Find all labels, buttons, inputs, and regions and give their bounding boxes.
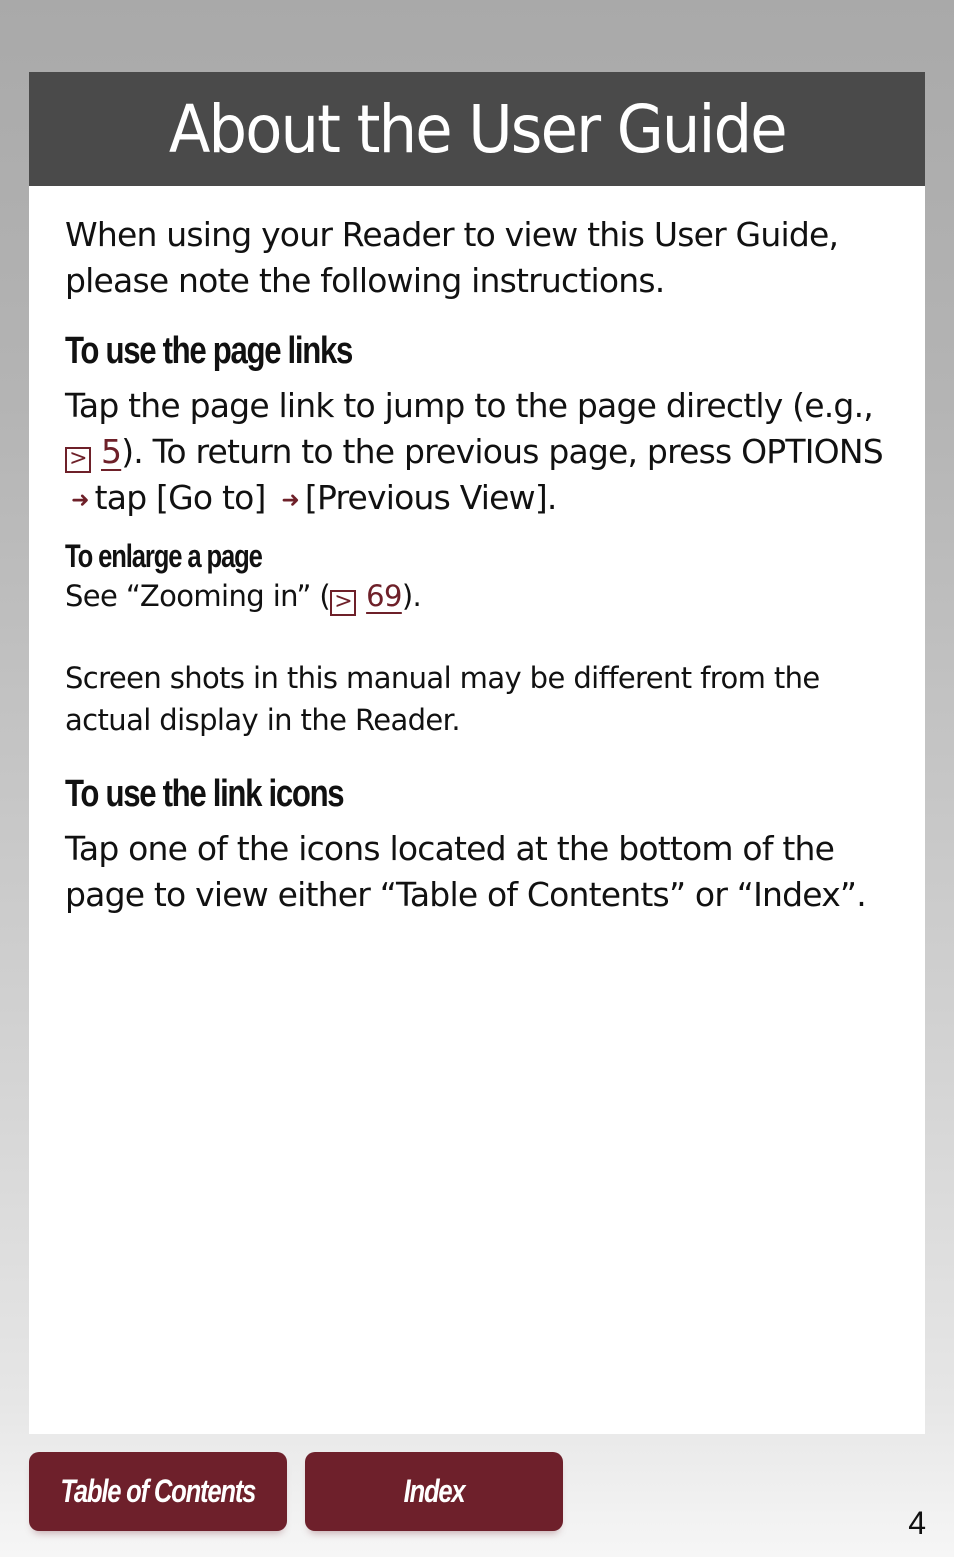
table-of-contents-label: Table of Contents xyxy=(60,1473,257,1509)
table-of-contents-button[interactable]: Table of Contents xyxy=(29,1452,287,1531)
enlarge-text-before: See “Zooming in” ( xyxy=(65,579,331,613)
page-link-icon: > xyxy=(65,447,91,473)
page-number: 4 xyxy=(908,1505,926,1541)
intro-text: When using your Reader to view this User… xyxy=(65,215,839,300)
arrow-icon: ➜ xyxy=(281,488,299,513)
page-links-text-after: ). To return to the previous page, press… xyxy=(121,432,883,471)
heading-enlarge: To enlarge a page xyxy=(65,538,263,574)
step-previous-view: [Previous View]. xyxy=(304,478,558,517)
heading-page-links: To use the page links xyxy=(65,330,353,372)
page-links-text: Tap the page link to jump to the page di… xyxy=(65,383,895,524)
page-title: About the User Guide xyxy=(168,90,787,168)
screenshot-note: Screen shots in this manual may be diffe… xyxy=(65,661,820,737)
content: When using your Reader to view this User… xyxy=(65,212,895,918)
index-label: Index xyxy=(403,1473,466,1509)
page-link-icon: > xyxy=(330,590,357,616)
step-go-to: tap [Go to] xyxy=(94,478,267,517)
page-link-5[interactable]: 5 xyxy=(101,432,122,471)
arrow-icon: ➜ xyxy=(71,488,89,513)
index-button[interactable]: Index xyxy=(305,1452,563,1531)
page-link-69[interactable]: 69 xyxy=(366,579,402,613)
page-links-text-before: Tap the page link to jump to the page di… xyxy=(65,386,874,425)
title-bar: About the User Guide xyxy=(29,72,925,186)
page: About the User Guide When using your Rea… xyxy=(29,72,925,1434)
heading-link-icons: To use the link icons xyxy=(65,773,345,815)
enlarge-text: See “Zooming in” (>69). xyxy=(65,575,895,617)
enlarge-text-after: ). xyxy=(401,579,422,613)
link-icons-text: Tap one of the icons located at the bott… xyxy=(65,829,867,914)
